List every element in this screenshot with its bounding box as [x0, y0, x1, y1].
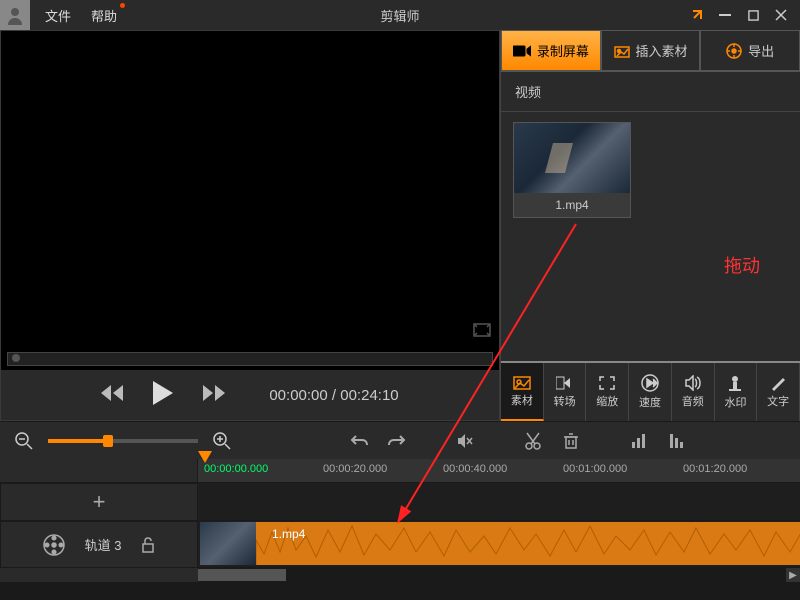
track-row-empty[interactable]: [198, 483, 800, 521]
clip-label: 1.mp4: [272, 527, 305, 541]
app-title: 剪辑师: [380, 6, 419, 25]
track-row[interactable]: 1.mp4: [198, 521, 800, 568]
mute-button[interactable]: [451, 427, 479, 455]
timeline-ruler[interactable]: 00:00:00.000 00:00:20.000 00:00:40.000 0…: [0, 459, 800, 483]
zoom-out-button[interactable]: [10, 427, 38, 455]
ruler-tick: 00:00:40.000: [443, 463, 507, 475]
media-bin[interactable]: 1.mp4 拖动: [501, 112, 800, 361]
tab-export[interactable]: 导出: [700, 30, 800, 71]
tab-insert-material[interactable]: 插入素材: [601, 30, 701, 71]
rewind-button[interactable]: [101, 383, 127, 408]
forward-button[interactable]: [199, 383, 225, 408]
unlock-icon[interactable]: [141, 537, 155, 553]
media-item[interactable]: 1.mp4: [513, 122, 631, 218]
tool-text-label: 文字: [767, 393, 789, 409]
tool-zoom[interactable]: 缩放: [586, 363, 629, 421]
horizontal-scrollbar[interactable]: ▶: [198, 568, 800, 582]
track-header[interactable]: 轨道 3: [0, 521, 198, 568]
scrollbar-right-arrow[interactable]: ▶: [786, 568, 800, 582]
preview-video[interactable]: [1, 31, 499, 348]
right-panel-tools: 素材 转场 缩放 速度 音频 水印 文字: [501, 361, 800, 421]
ruler-tick: 00:01:00.000: [563, 463, 627, 475]
title-bar: 文件 帮助 剪辑师: [0, 0, 800, 30]
section-label-video: 视频: [501, 72, 800, 112]
tool-transition[interactable]: 转场: [544, 363, 587, 421]
user-avatar[interactable]: [0, 0, 30, 30]
tool-material-label: 素材: [511, 392, 533, 408]
tool-watermark[interactable]: 水印: [715, 363, 758, 421]
preview-pane: 00:00:00 / 00:24:10: [0, 30, 500, 421]
right-panel: 录制屏幕 插入素材 导出 视频 1.mp4 拖动 素材 转场 缩放 速度 音频: [500, 30, 800, 421]
tool-audio[interactable]: 音频: [672, 363, 715, 421]
timeline: 00:00:00.000 00:00:20.000 00:00:40.000 0…: [0, 459, 800, 582]
current-time: 00:00:00: [269, 387, 327, 404]
tab-export-label: 导出: [748, 41, 774, 60]
minimize-button[interactable]: [718, 8, 732, 22]
media-item-label: 1.mp4: [514, 193, 630, 217]
tool-zoom-label: 缩放: [596, 393, 618, 409]
ruler-tick: 00:01:20.000: [683, 463, 747, 475]
tool-speed-label: 速度: [639, 394, 661, 410]
scrollbar-thumb[interactable]: [198, 569, 286, 581]
fullscreen-icon[interactable]: [473, 323, 491, 342]
playback-controls: 00:00:00 / 00:24:10: [1, 370, 499, 420]
play-button[interactable]: [151, 379, 175, 412]
menu-help-label: 帮助: [91, 9, 117, 24]
notification-dot: [120, 3, 125, 8]
tool-text[interactable]: 文字: [757, 363, 800, 421]
timeline-clip[interactable]: 1.mp4: [200, 523, 800, 565]
track-label: 轨道 3: [85, 535, 122, 554]
media-thumbnail: [514, 123, 630, 193]
tab-record-screen[interactable]: 录制屏幕: [501, 30, 601, 71]
tool-transition-label: 转场: [554, 393, 576, 409]
tool-material[interactable]: 素材: [501, 363, 544, 421]
maximize-button[interactable]: [746, 8, 760, 22]
timeline-toolbar: [0, 421, 800, 459]
drag-annotation-text: 拖动: [724, 252, 760, 278]
levels-button-1[interactable]: [625, 427, 653, 455]
playhead-time: 00:00:00.000: [204, 463, 268, 475]
restore-external-icon[interactable]: [690, 8, 704, 22]
main-menu: 文件 帮助: [45, 6, 117, 25]
add-track-button[interactable]: +: [0, 483, 198, 521]
delete-button[interactable]: [557, 427, 585, 455]
undo-button[interactable]: [345, 427, 373, 455]
tool-watermark-label: 水印: [724, 394, 746, 410]
clip-thumbnail: [200, 522, 256, 565]
cut-button[interactable]: [519, 427, 547, 455]
preview-scrubber[interactable]: [7, 352, 493, 366]
total-time: 00:24:10: [340, 387, 398, 404]
levels-button-2[interactable]: [663, 427, 691, 455]
tab-record-label: 录制屏幕: [537, 41, 589, 60]
clip-waveform: [256, 522, 800, 565]
tab-insert-label: 插入素材: [636, 41, 688, 60]
time-display: 00:00:00 / 00:24:10: [269, 387, 398, 404]
film-reel-icon: [43, 534, 65, 556]
tool-speed[interactable]: 速度: [629, 363, 672, 421]
zoom-slider[interactable]: [48, 439, 198, 443]
zoom-in-button[interactable]: [208, 427, 236, 455]
ruler-ticks: 00:00:00.000 00:00:20.000 00:00:40.000 0…: [198, 459, 800, 482]
ruler-tick: 00:00:20.000: [323, 463, 387, 475]
redo-button[interactable]: [383, 427, 411, 455]
menu-file[interactable]: 文件: [45, 6, 71, 25]
close-button[interactable]: [774, 8, 788, 22]
tool-audio-label: 音频: [682, 393, 704, 409]
menu-help[interactable]: 帮助: [91, 6, 117, 25]
